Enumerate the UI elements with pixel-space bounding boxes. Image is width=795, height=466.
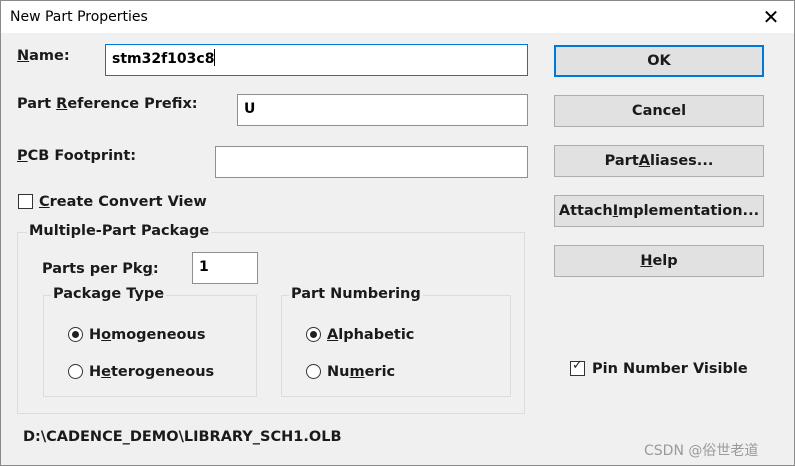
multiple-part-package-title: Multiple-Part Package	[27, 223, 212, 239]
window-title: New Part Properties	[10, 9, 148, 25]
alphabetic-label[interactable]: Alphabetic	[327, 327, 414, 343]
name-input[interactable]: stm32f103c8	[105, 44, 528, 76]
alphabetic-radio[interactable]	[306, 327, 321, 342]
checkmark-icon: ✓	[572, 358, 583, 373]
radio-selected-dot	[72, 331, 79, 338]
heterogeneous-radio[interactable]	[68, 364, 83, 379]
homogeneous-radio[interactable]	[68, 327, 83, 342]
library-path: D:\CADENCE_DEMO\LIBRARY_SCH1.OLB	[23, 429, 342, 445]
ok-button[interactable]: OK	[554, 45, 764, 77]
pin-number-visible-checkbox[interactable]: ✓	[570, 358, 585, 376]
pcb-footprint-input[interactable]	[215, 146, 528, 178]
numeric-radio[interactable]	[306, 364, 321, 379]
watermark: CSDN @俗世老道	[644, 443, 759, 459]
title-bar: New Part Properties ✕	[1, 1, 794, 33]
cancel-button[interactable]: Cancel	[554, 95, 764, 127]
package-type-group	[43, 295, 257, 397]
radio-selected-dot	[310, 331, 317, 338]
package-type-title: Package Type	[51, 286, 167, 302]
part-numbering-title: Part Numbering	[289, 286, 423, 302]
part-reference-prefix-label: Part Reference Prefix:	[17, 96, 198, 112]
name-label: Name:	[17, 48, 70, 64]
parts-per-pkg-label: Parts per Pkg:	[42, 261, 159, 277]
heterogeneous-label[interactable]: Heterogeneous	[89, 364, 214, 380]
close-icon[interactable]: ✕	[748, 1, 794, 33]
part-aliases-button[interactable]: Part Aliases...	[554, 145, 764, 177]
part-numbering-group	[281, 295, 511, 397]
parts-per-pkg-input[interactable]: 1	[192, 252, 258, 284]
new-part-properties-dialog: New Part Properties ✕ Name: stm32f103c8 …	[0, 0, 795, 466]
homogeneous-label[interactable]: Homogeneous	[89, 327, 205, 343]
pin-number-visible-label[interactable]: Pin Number Visible	[592, 361, 748, 377]
numeric-label[interactable]: Numeric	[327, 364, 395, 380]
pcb-footprint-label: PCB Footprint:	[17, 148, 137, 164]
create-convert-view-label[interactable]: Create Convert View	[39, 194, 207, 210]
attach-implementation-button[interactable]: Attach Implementation...	[554, 195, 764, 227]
text-caret	[214, 49, 216, 66]
create-convert-view-checkbox[interactable]	[18, 194, 33, 209]
part-reference-prefix-input[interactable]: U	[237, 94, 528, 126]
help-button[interactable]: Help	[554, 245, 764, 277]
